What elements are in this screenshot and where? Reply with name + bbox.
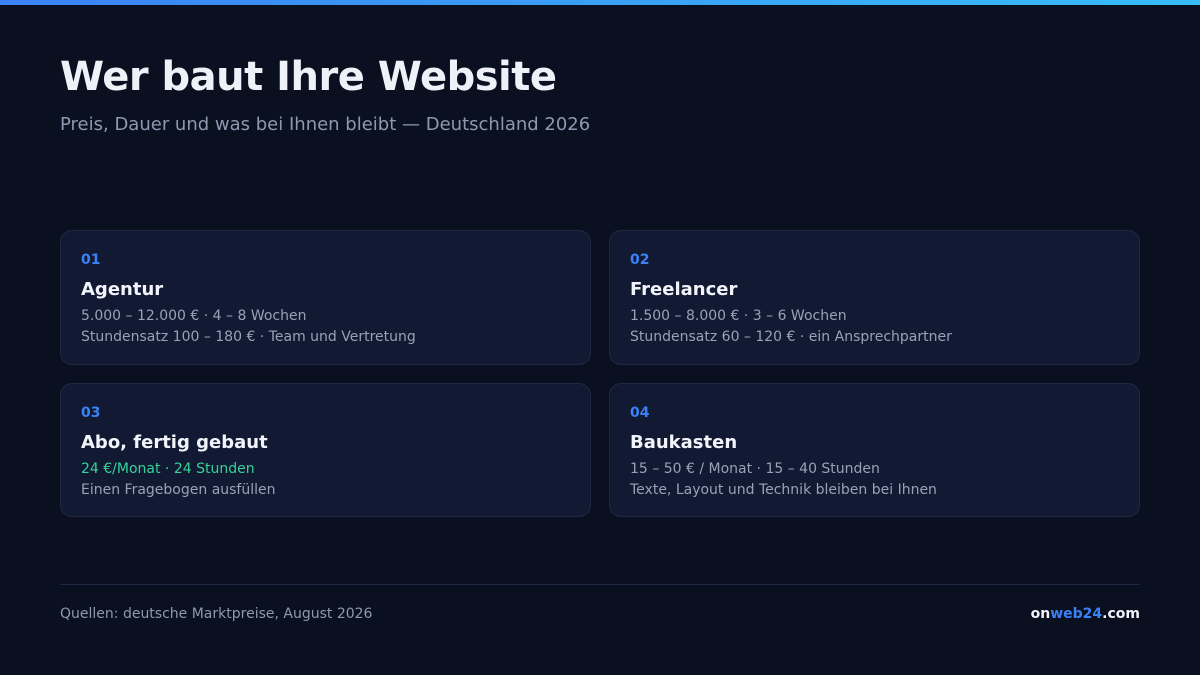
card-title: Baukasten (630, 432, 738, 453)
footer-divider (60, 584, 1140, 585)
brand-middle: web24 (1050, 606, 1103, 622)
card-title: Agentur (81, 279, 164, 300)
top-accent-bar (0, 0, 1200, 5)
card-abo: 03 Abo, fertig gebaut 24 €/Monat · 24 St… (60, 383, 591, 517)
card-title: Abo, fertig gebaut (81, 432, 268, 453)
card-baukasten: 04 Baukasten 15 – 50 € / Monat · 15 – 40… (609, 383, 1140, 517)
card-price-duration: 5.000 – 12.000 € · 4 – 8 Wochen (81, 308, 307, 324)
page-subtitle: Preis, Dauer und was bei Ihnen bleibt — … (60, 114, 591, 135)
card-price-duration: 1.500 – 8.000 € · 3 – 6 Wochen (630, 308, 847, 324)
card-freelancer: 02 Freelancer 1.500 – 8.000 € · 3 – 6 Wo… (609, 230, 1140, 365)
card-agentur: 01 Agentur 5.000 – 12.000 € · 4 – 8 Woch… (60, 230, 591, 365)
card-details: Texte, Layout und Technik bleiben bei Ih… (630, 482, 937, 498)
source-note: Quellen: deutsche Marktpreise, August 20… (60, 606, 373, 622)
card-details: Stundensatz 60 – 120 € · ein Ansprechpar… (630, 329, 952, 345)
card-details: Stundensatz 100 – 180 € · Team und Vertr… (81, 329, 416, 345)
card-price-duration: 24 €/Monat · 24 Stunden (81, 461, 255, 477)
card-details: Einen Fragebogen ausfüllen (81, 482, 276, 498)
card-number: 02 (630, 252, 650, 268)
card-number: 03 (81, 405, 101, 421)
card-title: Freelancer (630, 279, 738, 300)
brand-suffix: .com (1102, 606, 1140, 622)
card-number: 01 (81, 252, 101, 268)
page-title: Wer baut Ihre Website (60, 54, 557, 100)
card-price-duration: 15 – 50 € / Monat · 15 – 40 Stunden (630, 461, 880, 477)
card-number: 04 (630, 405, 650, 421)
brand-prefix: on (1030, 606, 1051, 622)
brand-logo: onweb24.com (1031, 604, 1140, 624)
comparison-grid: 01 Agentur 5.000 – 12.000 € · 4 – 8 Woch… (60, 230, 1140, 517)
